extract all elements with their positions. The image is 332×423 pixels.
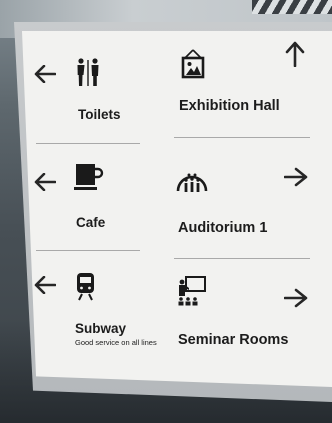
arrow-right-icon [284,288,308,308]
arrow-left-icon [34,65,56,83]
exhibition-hall-label: Exhibition Hall [179,98,280,114]
presentation-icon [178,276,206,306]
audience-icon [176,173,208,192]
seminar-rooms-label: Seminar Rooms [178,332,289,348]
divider-right-1 [174,137,310,138]
divider-left-1 [36,143,140,144]
auditorium-label: Auditorium 1 [178,220,268,236]
arrow-left-icon [34,173,56,191]
coffee-cup-icon [74,164,104,190]
cafe-label: Cafe [76,215,106,230]
divider-left-2 [36,250,140,251]
subway-status-text: Good service on all lines [75,338,157,347]
toilets-label: Toilets [78,107,121,122]
background-hazard-stripe [252,0,332,14]
arrow-left-icon [34,276,56,294]
subway-label: Subway [75,321,127,336]
arrow-up-icon [285,41,305,67]
divider-right-2 [174,258,310,259]
framed-picture-icon [181,49,205,79]
wayfinding-sign-panel: Toilets Exhibition Hall Cafe Auditorium … [22,31,332,387]
train-icon [77,273,94,301]
toilets-icon [77,58,99,86]
arrow-right-icon [284,167,308,187]
